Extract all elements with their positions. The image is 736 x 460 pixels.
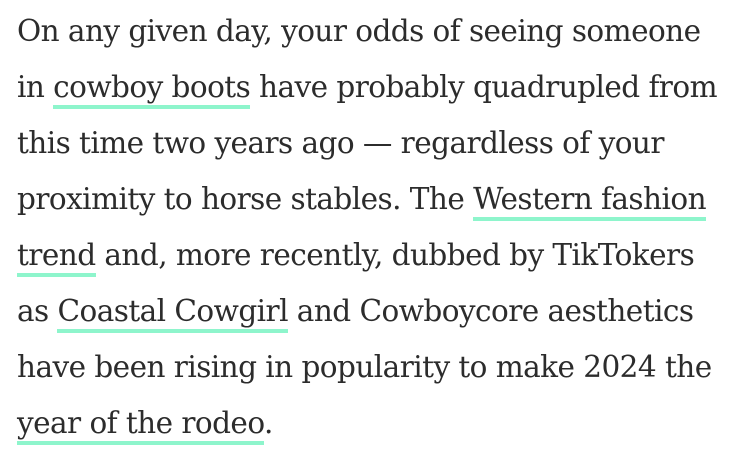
cowboy-boots-link[interactable]: cowboy boots — [53, 70, 251, 109]
article-paragraph: On any given day, your odds of seeing so… — [17, 3, 733, 451]
coastal-cowgirl-link[interactable]: Coastal Cowgirl — [57, 294, 289, 333]
paragraph-text: . — [264, 406, 273, 440]
year-of-the-rodeo-link[interactable]: year of the rodeo — [17, 406, 265, 445]
